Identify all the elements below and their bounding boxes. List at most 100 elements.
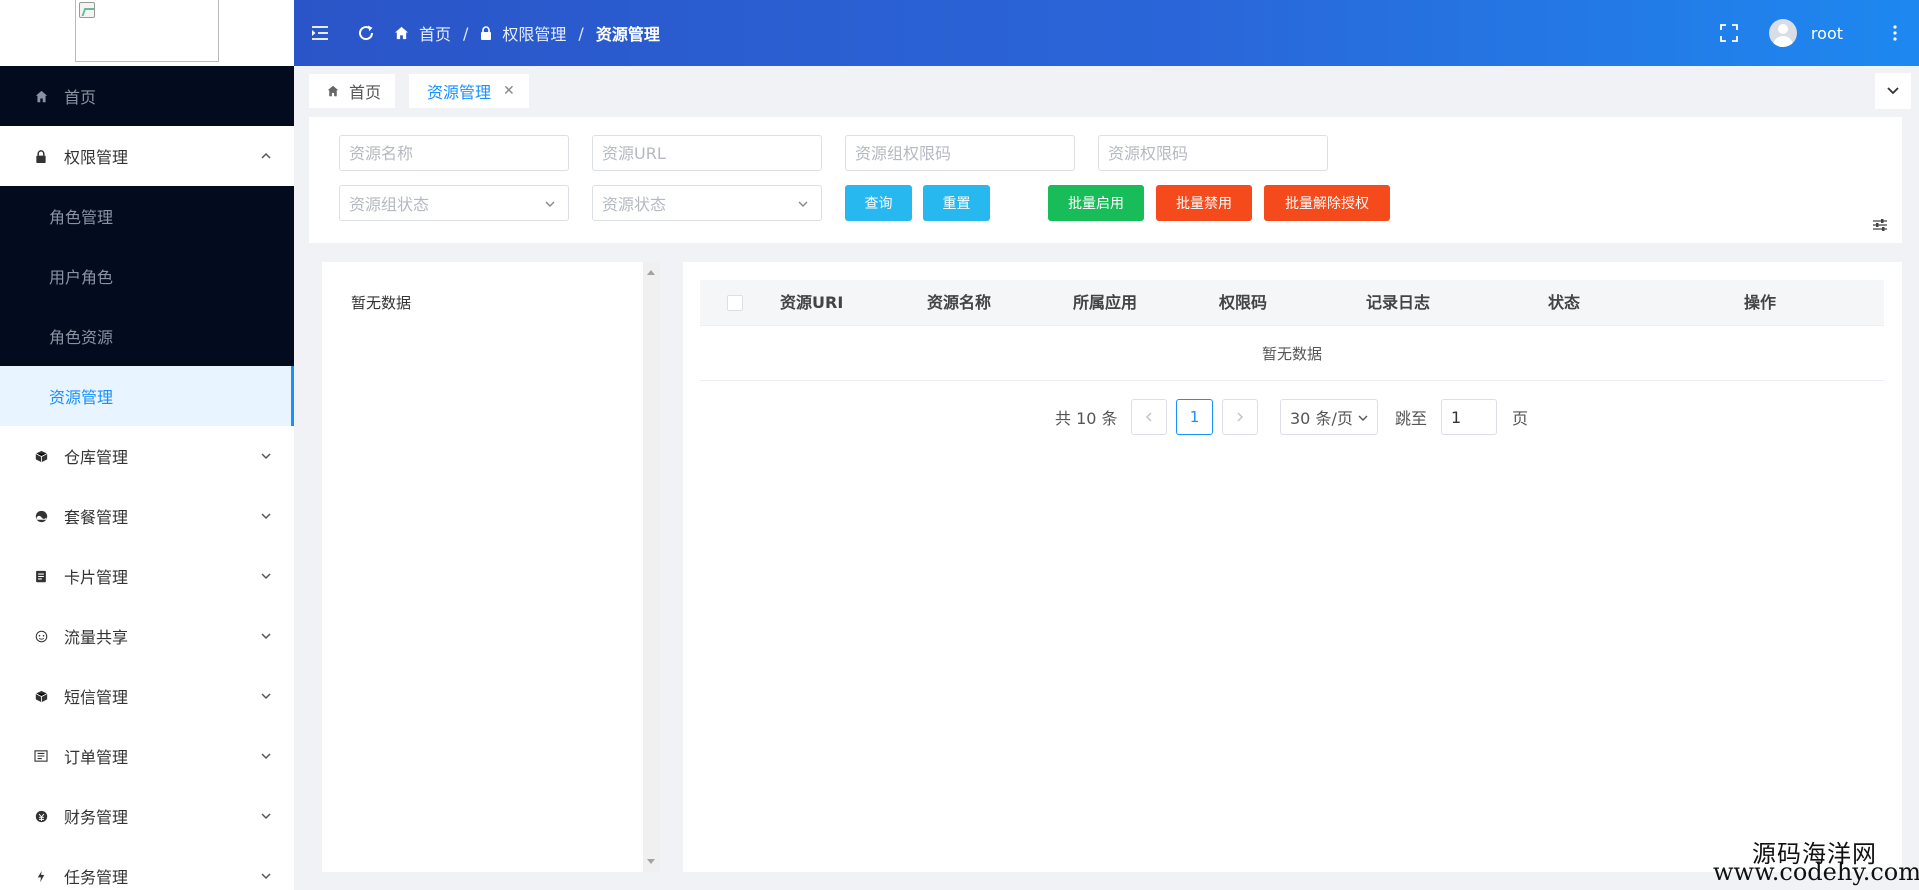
share-icon xyxy=(34,629,48,643)
resource-name-input[interactable] xyxy=(339,135,569,171)
group-code-field[interactable] xyxy=(855,143,1065,163)
task-icon xyxy=(34,869,48,883)
sidebar-item-resource-management[interactable]: 资源管理 xyxy=(0,366,294,426)
chevron-down-icon xyxy=(545,201,555,207)
close-icon[interactable]: ✕ xyxy=(503,83,515,99)
resource-url-input[interactable] xyxy=(592,135,822,171)
chevron-down-icon xyxy=(261,453,271,460)
box-icon xyxy=(34,449,48,463)
logo-image[interactable] xyxy=(75,0,219,62)
column-header: 操作 xyxy=(1744,293,1777,312)
tree-scrollbar[interactable] xyxy=(643,262,660,872)
sidebar-item-label: 首页 xyxy=(64,88,97,107)
message-icon xyxy=(34,689,48,703)
refresh-icon[interactable] xyxy=(356,23,376,43)
resource-status-select[interactable]: 资源状态 xyxy=(592,185,822,221)
sidebar-item-package[interactable]: 套餐管理 xyxy=(0,486,294,546)
resource-table-panel: 资源URI 资源名称 所属应用 权限码 记录日志 状态 操作 暂无数据 共 10… xyxy=(683,262,1902,872)
tab-dropdown-button[interactable] xyxy=(1875,73,1911,109)
sidebar-item-role-management[interactable]: 角色管理 xyxy=(0,186,294,246)
scroll-down-arrow-icon[interactable] xyxy=(647,859,655,864)
fullscreen-icon[interactable] xyxy=(1719,23,1739,43)
breadcrumb-label: 权限管理 xyxy=(502,25,567,44)
batch-disable-button[interactable]: 批量禁用 xyxy=(1156,185,1252,221)
tab-home[interactable]: 首页 xyxy=(309,74,396,108)
column-header: 资源名称 xyxy=(927,293,992,312)
page-number-button[interactable]: 1 xyxy=(1176,399,1213,435)
sidebar: 首页 权限管理 角色管理 用户角色 角色资源 资源管理 仓库管理 套餐管理 卡片… xyxy=(0,0,294,890)
sidebar-item-card[interactable]: 卡片管理 xyxy=(0,546,294,606)
sidebar-item-sms[interactable]: 短信管理 xyxy=(0,666,294,726)
scroll-up-arrow-icon[interactable] xyxy=(647,270,655,275)
card-icon xyxy=(34,569,48,583)
page-size-value: 30 条/页 xyxy=(1290,409,1353,428)
broken-image-icon xyxy=(79,2,95,18)
sidebar-item-label: 订单管理 xyxy=(64,748,129,767)
lock-icon xyxy=(480,26,492,40)
sidebar-item-user-role[interactable]: 用户角色 xyxy=(0,246,294,306)
select-placeholder: 资源组状态 xyxy=(349,195,430,214)
reset-button[interactable]: 重置 xyxy=(923,185,990,221)
sidebar-item-home[interactable]: 首页 xyxy=(0,66,294,126)
group-status-select[interactable]: 资源组状态 xyxy=(339,185,569,221)
page-size-select[interactable]: 30 条/页 xyxy=(1280,399,1378,435)
column-header: 状态 xyxy=(1548,293,1581,312)
sidebar-item-label: 角色资源 xyxy=(49,328,114,347)
column-header: 记录日志 xyxy=(1366,293,1431,312)
sidebar-item-label: 角色管理 xyxy=(49,208,114,227)
select-all-checkbox[interactable] xyxy=(727,295,743,311)
avatar[interactable] xyxy=(1768,19,1797,47)
group-code-input[interactable] xyxy=(845,135,1075,171)
menu-collapse-icon[interactable] xyxy=(310,23,330,43)
sidebar-item-label: 卡片管理 xyxy=(64,568,129,587)
chevron-down-icon xyxy=(1887,87,1899,95)
page-suffix: 页 xyxy=(1512,408,1529,428)
tab-resource-management[interactable]: 资源管理 ✕ xyxy=(409,74,529,108)
breadcrumb-separator: / xyxy=(578,23,584,43)
chevron-down-icon xyxy=(261,813,271,820)
top-header: 首页 / 权限管理 / 资源管理 root xyxy=(294,0,1919,66)
chevron-down-icon xyxy=(798,201,808,207)
permission-submenu: 角色管理 用户角色 角色资源 资源管理 xyxy=(0,186,294,426)
column-header: 所属应用 xyxy=(1073,293,1138,312)
batch-enable-button[interactable]: 批量启用 xyxy=(1048,185,1144,221)
more-vertical-icon[interactable] xyxy=(1885,23,1905,43)
table-header: 资源URI 资源名称 所属应用 权限码 记录日志 状态 操作 xyxy=(700,280,1884,326)
resource-name-field[interactable] xyxy=(349,143,559,163)
query-button[interactable]: 查询 xyxy=(845,185,912,221)
sidebar-item-label: 套餐管理 xyxy=(64,508,129,527)
logo-area xyxy=(0,0,294,66)
batch-unauthorize-button[interactable]: 批量解除授权 xyxy=(1264,185,1390,221)
column-header: 权限码 xyxy=(1219,293,1268,312)
sidebar-item-role-resource[interactable]: 角色资源 xyxy=(0,306,294,366)
home-icon xyxy=(394,26,409,40)
breadcrumb-separator: / xyxy=(463,23,469,43)
breadcrumb-permission[interactable]: 权限管理 xyxy=(480,21,566,45)
sidebar-item-finance[interactable]: 财务管理 xyxy=(0,786,294,846)
username[interactable]: root xyxy=(1811,24,1843,43)
table-empty-text: 暂无数据 xyxy=(700,326,1884,381)
column-settings-icon[interactable] xyxy=(1872,217,1888,233)
sidebar-item-permission[interactable]: 权限管理 xyxy=(0,126,294,186)
chevron-right-icon xyxy=(1237,412,1244,422)
resource-url-field[interactable] xyxy=(602,143,812,163)
next-page-button[interactable] xyxy=(1222,399,1258,435)
sidebar-item-label: 财务管理 xyxy=(64,808,129,827)
sidebar-item-label: 仓库管理 xyxy=(64,448,129,467)
tab-label: 资源管理 xyxy=(427,83,492,102)
breadcrumb-home[interactable]: 首页 xyxy=(394,21,451,45)
perm-code-input[interactable] xyxy=(1098,135,1328,171)
perm-code-field[interactable] xyxy=(1108,143,1318,163)
sidebar-item-label: 资源管理 xyxy=(49,388,114,407)
finance-icon xyxy=(34,809,48,823)
sidebar-item-traffic-share[interactable]: 流量共享 xyxy=(0,606,294,666)
chevron-left-icon xyxy=(1145,412,1152,422)
sidebar-item-order[interactable]: 订单管理 xyxy=(0,726,294,786)
sidebar-item-task[interactable]: 任务管理 xyxy=(0,846,294,890)
lock-icon xyxy=(34,149,48,163)
sidebar-item-label: 短信管理 xyxy=(64,688,129,707)
sidebar-item-warehouse[interactable]: 仓库管理 xyxy=(0,426,294,486)
prev-page-button[interactable] xyxy=(1131,399,1167,435)
jump-page-input[interactable]: 1 xyxy=(1441,399,1497,435)
jump-label: 跳至 xyxy=(1395,408,1428,428)
